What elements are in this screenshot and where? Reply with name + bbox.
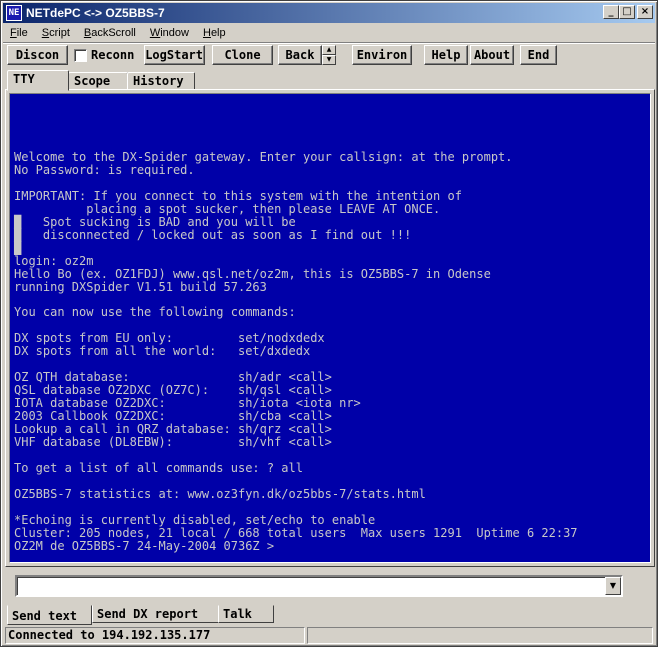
minimize-button[interactable]: _ bbox=[603, 5, 619, 19]
tab-send-dx-report[interactable]: Send DX report bbox=[92, 605, 219, 623]
terminal-output[interactable]: Welcome to the DX-Spider gateway. Enter … bbox=[9, 93, 651, 563]
tab-send-text[interactable]: Send text bbox=[7, 605, 92, 625]
terminal-line: DX spots from all the world: set/dxdedx bbox=[14, 344, 311, 359]
connection-status: Connected to 194.192.135.177 bbox=[5, 627, 305, 644]
command-input[interactable]: ▼ bbox=[15, 575, 623, 597]
terminal-line: To get a list of all commands use: ? all bbox=[14, 460, 303, 475]
discon-button[interactable]: Discon bbox=[7, 45, 68, 65]
menu-window[interactable]: Window bbox=[143, 27, 196, 39]
logstart-button[interactable]: LogStart bbox=[144, 45, 205, 65]
terminal-line: OZ2M de OZ5BBS-7 24-May-2004 0736Z > bbox=[14, 538, 275, 553]
terminal-line: VHF database (DL8EBW): sh/vhf <call> bbox=[14, 434, 332, 449]
terminal-line: Cluster: 205 nodes, 21 local / 668 total… bbox=[14, 525, 578, 540]
menu-help[interactable]: Help bbox=[196, 27, 233, 39]
menu-backscroll[interactable]: BackScroll bbox=[77, 27, 143, 39]
terminal-line: No Password: is required. bbox=[14, 162, 195, 177]
send-tabs: Send text Send DX report Talk bbox=[7, 605, 653, 625]
view-tabs: TTY Scope History bbox=[7, 70, 653, 91]
end-button[interactable]: End bbox=[520, 45, 557, 65]
status-bar: Connected to 194.192.135.177 bbox=[3, 627, 655, 645]
menu-separator bbox=[3, 42, 655, 44]
environ-button[interactable]: Environ bbox=[352, 45, 412, 65]
terminal-line: IMPORTANT: If you connect to this system… bbox=[14, 188, 462, 203]
clone-button[interactable]: Clone bbox=[212, 45, 273, 65]
app-icon: NE bbox=[6, 5, 22, 21]
terminal-line: OZ5BBS-7 statistics at: www.oz3fyn.dk/oz… bbox=[14, 486, 426, 501]
menu-bar: File Script BackScroll Window Help bbox=[3, 24, 655, 42]
terminal-line: █ Spot sucking is BAD and you will be bbox=[14, 214, 296, 229]
terminal-panel: Welcome to the DX-Spider gateway. Enter … bbox=[5, 89, 655, 567]
chevron-down-icon[interactable]: ▼ bbox=[605, 577, 621, 595]
terminal-text: Welcome to the DX-Spider gateway. Enter … bbox=[14, 151, 578, 553]
terminal-line: placing a spot sucker, then please LEAVE… bbox=[14, 201, 441, 216]
status-panel-empty bbox=[307, 627, 653, 644]
tab-history[interactable]: History bbox=[127, 72, 195, 90]
main-window: NE NETdePC <-> OZ5BBS-7 _ □ × File Scrip… bbox=[0, 0, 658, 647]
title-bar[interactable]: NE NETdePC <-> OZ5BBS-7 _ □ × bbox=[3, 3, 655, 23]
terminal-line: *Echoing is currently disabled, set/echo… bbox=[14, 512, 376, 527]
back-spinner[interactable]: ▲ ▼ bbox=[322, 45, 336, 65]
toolbar: Discon Reconn LogStart Clone Back ▲ ▼ En… bbox=[7, 45, 653, 67]
tab-tty[interactable]: TTY bbox=[7, 70, 69, 91]
terminal-line: █ disconnected / locked out as soon as I… bbox=[14, 227, 412, 242]
reconnect-label: Reconn bbox=[91, 48, 135, 62]
terminal-line: Hello Bo (ex. OZ1FDJ) www.qsl.net/oz2m, … bbox=[14, 266, 491, 281]
about-button[interactable]: About bbox=[470, 45, 514, 65]
close-button[interactable]: × bbox=[637, 5, 653, 19]
window-controls: _ □ × bbox=[603, 5, 653, 19]
terminal-line: running DXSpider V1.51 build 57.263 bbox=[14, 279, 267, 294]
terminal-line: █ bbox=[14, 240, 22, 255]
tab-scope[interactable]: Scope bbox=[68, 72, 128, 90]
reconnect-checkbox[interactable] bbox=[74, 49, 87, 62]
terminal-line: Welcome to the DX-Spider gateway. Enter … bbox=[14, 150, 513, 164]
terminal-line: login: oz2m bbox=[14, 253, 94, 268]
tab-talk[interactable]: Talk bbox=[218, 605, 274, 623]
window-title: NETdePC <-> OZ5BBS-7 bbox=[26, 6, 165, 20]
menu-script[interactable]: Script bbox=[35, 27, 77, 39]
menu-file[interactable]: File bbox=[3, 27, 35, 39]
back-button[interactable]: Back bbox=[278, 45, 322, 65]
spin-down-icon[interactable]: ▼ bbox=[322, 55, 336, 65]
spin-up-icon[interactable]: ▲ bbox=[322, 45, 336, 55]
terminal-line: You can now use the following commands: bbox=[14, 305, 296, 320]
help-button[interactable]: Help bbox=[424, 45, 468, 65]
maximize-button[interactable]: □ bbox=[619, 5, 635, 19]
